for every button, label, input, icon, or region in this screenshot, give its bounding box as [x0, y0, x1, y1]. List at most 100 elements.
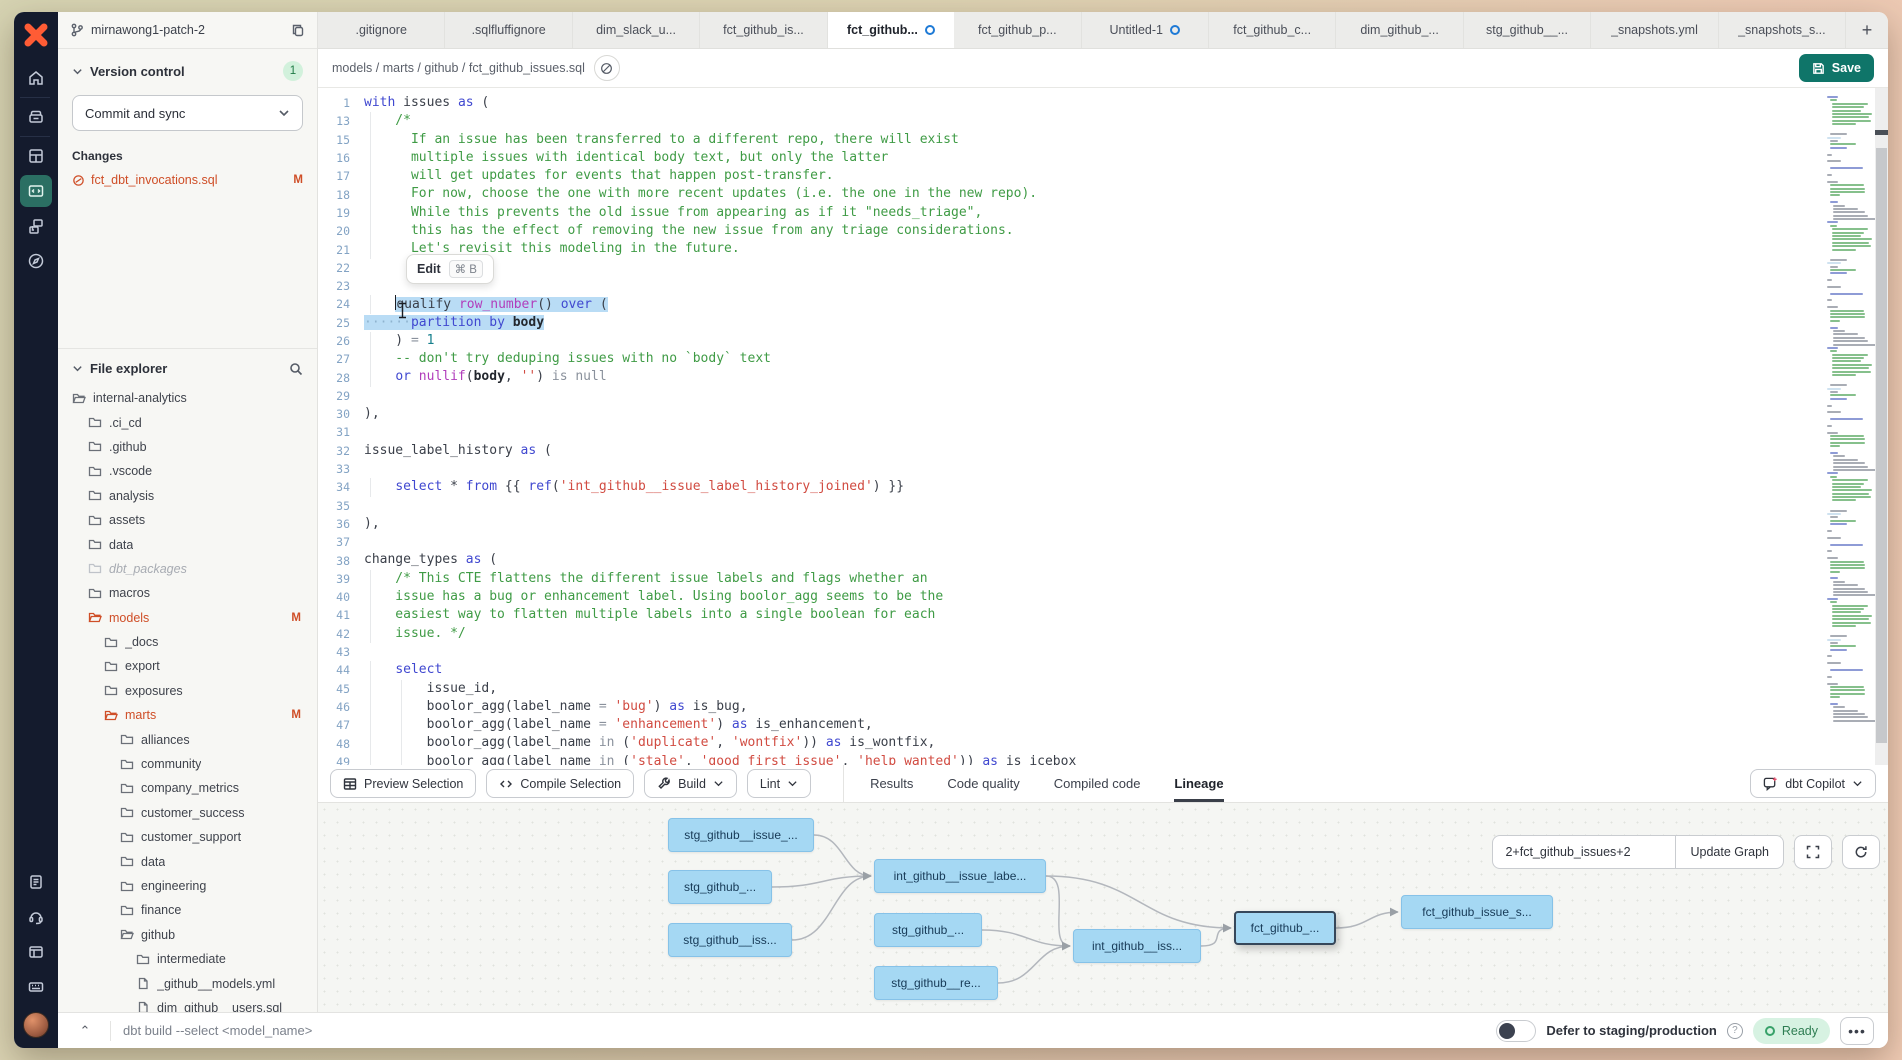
update-graph-button[interactable]: Update Graph — [1676, 835, 1784, 869]
code-line-45[interactable]: 45 issue_id, — [318, 680, 1823, 698]
dbt-logo-icon[interactable] — [22, 21, 50, 49]
defer-toggle[interactable] — [1496, 1020, 1536, 1042]
line-number[interactable]: 42 — [318, 627, 364, 641]
tree-item-.ci_cd[interactable]: .ci_cd — [72, 410, 303, 434]
rail-item-home[interactable] — [20, 62, 52, 94]
new-tab-button[interactable]: + — [1846, 12, 1888, 48]
code-line-31[interactable]: 31 — [318, 423, 1823, 441]
scrollbar-thumb[interactable] — [1876, 148, 1887, 743]
refresh-button[interactable] — [1842, 835, 1880, 869]
line-number[interactable]: 41 — [318, 608, 364, 622]
rail-item-docs[interactable] — [20, 936, 52, 968]
tab-dim_github_...[interactable]: dim_github_... — [1336, 12, 1463, 48]
code-line-26[interactable]: 26 ) = 1 — [318, 332, 1823, 350]
tree-item-engineering[interactable]: engineering — [72, 874, 303, 898]
line-number[interactable]: 24 — [318, 297, 364, 311]
line-number[interactable]: 15 — [318, 133, 364, 147]
tree-item-.vscode[interactable]: .vscode — [72, 459, 303, 483]
tree-item-assets[interactable]: assets — [72, 508, 303, 532]
tree-item-community[interactable]: community — [72, 752, 303, 776]
line-number[interactable]: 19 — [318, 206, 364, 220]
rail-item-explore[interactable] — [20, 245, 52, 277]
line-number[interactable]: 22 — [318, 261, 364, 275]
tree-item-alliances[interactable]: alliances — [72, 727, 303, 751]
tree-item-finance[interactable]: finance — [72, 898, 303, 922]
line-number[interactable]: 39 — [318, 572, 364, 586]
tree-item-data[interactable]: data — [72, 849, 303, 873]
line-number[interactable]: 40 — [318, 590, 364, 604]
line-number[interactable]: 36 — [318, 517, 364, 531]
compile-selection-button[interactable]: Compile Selection — [486, 769, 634, 798]
code-lines[interactable]: 1with issues as (13 /*15 If an issue has… — [318, 88, 1823, 765]
code-line-23[interactable]: 23 — [318, 277, 1823, 295]
line-number[interactable]: 43 — [318, 645, 364, 659]
line-number[interactable]: 35 — [318, 499, 364, 513]
code-line-20[interactable]: 20 this has the effect of removing the n… — [318, 222, 1823, 240]
preview-selection-button[interactable]: Preview Selection — [330, 769, 476, 798]
code-line-44[interactable]: 44 select — [318, 661, 1823, 679]
rail-item-orchestrate[interactable] — [20, 210, 52, 242]
code-line-13[interactable]: 13 /* — [318, 112, 1823, 130]
lineage-node-7[interactable]: fct_github_... — [1234, 911, 1336, 945]
code-line-47[interactable]: 47 boolor_agg(label_name = 'enhancement'… — [318, 716, 1823, 734]
tree-item-models[interactable]: modelsM — [72, 606, 303, 630]
line-number[interactable]: 49 — [318, 755, 364, 765]
code-line-35[interactable]: 35 — [318, 497, 1823, 515]
tab-_snapshots_s...[interactable]: _snapshots_s... — [1719, 12, 1846, 48]
lineage-node-6[interactable]: int_github__iss... — [1073, 929, 1201, 963]
tab-dim_slack_u...[interactable]: dim_slack_u... — [573, 12, 700, 48]
tree-item-exposures[interactable]: exposures — [72, 679, 303, 703]
line-number[interactable]: 33 — [318, 462, 364, 476]
line-number[interactable]: 30 — [318, 407, 364, 421]
line-number[interactable]: 32 — [318, 444, 364, 458]
line-number[interactable]: 18 — [318, 188, 364, 202]
line-number[interactable]: 28 — [318, 371, 364, 385]
code-line-28[interactable]: 28 or nullif(body, '') is null — [318, 368, 1823, 386]
code-line-32[interactable]: 32issue_label_history as ( — [318, 442, 1823, 460]
code-line-19[interactable]: 19 While this prevents the old issue fro… — [318, 204, 1823, 222]
panel-tab-compiled-code[interactable]: Compiled code — [1054, 765, 1141, 802]
code-line-38[interactable]: 38change_types as ( — [318, 551, 1823, 569]
code-line-39[interactable]: 39 /* This CTE flattens the different is… — [318, 570, 1823, 588]
rail-item-develop[interactable] — [20, 175, 52, 207]
code-line-30[interactable]: 30), — [318, 405, 1823, 423]
lineage-node-1[interactable]: stg_github_... — [668, 870, 772, 904]
tree-item-.github[interactable]: .github — [72, 435, 303, 459]
tree-item-dim_github__users.sql[interactable]: dim_github__users.sql — [72, 996, 303, 1012]
breadcrumb[interactable]: models / marts / github / fct_github_iss… — [332, 61, 585, 75]
tree-item-_docs[interactable]: _docs — [72, 630, 303, 654]
tab-fct_github_p...[interactable]: fct_github_p... — [954, 12, 1081, 48]
tab-fct_github_c...[interactable]: fct_github_c... — [1209, 12, 1336, 48]
tree-item-intermediate[interactable]: intermediate — [72, 947, 303, 971]
tab-fct_github_is...[interactable]: fct_github_is... — [700, 12, 827, 48]
lineage-selector-input[interactable]: 2+fct_github_issues+2 — [1492, 835, 1676, 869]
code-line-25[interactable]: 25······partition by body — [318, 314, 1823, 332]
line-number[interactable]: 25 — [318, 316, 364, 330]
chevron-down-icon[interactable] — [72, 66, 83, 77]
build-button[interactable]: Build — [644, 769, 737, 798]
line-number[interactable]: 29 — [318, 389, 364, 403]
code-line-29[interactable]: 29 — [318, 387, 1823, 405]
save-button[interactable]: Save — [1799, 54, 1874, 82]
panel-tab-results[interactable]: Results — [870, 765, 913, 802]
line-number[interactable]: 27 — [318, 352, 364, 366]
code-editor[interactable]: 1with issues as (13 /*15 If an issue has… — [318, 88, 1888, 765]
line-number[interactable]: 23 — [318, 279, 364, 293]
code-line-43[interactable]: 43 — [318, 643, 1823, 661]
line-number[interactable]: 17 — [318, 169, 364, 183]
rail-item-apps[interactable] — [20, 140, 52, 172]
tab-stg_github__...[interactable]: stg_github__... — [1464, 12, 1591, 48]
fullscreen-button[interactable] — [1794, 835, 1832, 869]
tree-item-data[interactable]: data — [72, 532, 303, 556]
tab-.sqlfluffignore[interactable]: .sqlfluffignore — [445, 12, 572, 48]
code-line-33[interactable]: 33 — [318, 460, 1823, 478]
line-number[interactable]: 26 — [318, 334, 364, 348]
lineage-node-5[interactable]: stg_github__re... — [874, 966, 998, 1000]
line-number[interactable]: 34 — [318, 480, 364, 494]
tree-item-export[interactable]: export — [72, 654, 303, 678]
branch-name[interactable]: mirnawong1-patch-2 — [91, 23, 284, 37]
code-line-37[interactable]: 37 — [318, 533, 1823, 551]
code-line-42[interactable]: 42 issue. */ — [318, 625, 1823, 643]
line-number[interactable]: 16 — [318, 151, 364, 165]
rail-item-keyboard[interactable] — [20, 971, 52, 1003]
